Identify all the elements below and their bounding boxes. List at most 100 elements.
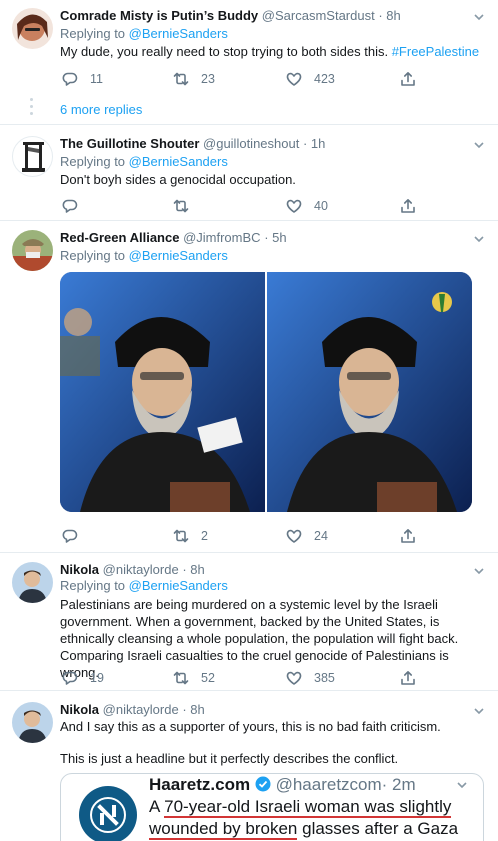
replying-to: Replying to @BernieSanders — [60, 154, 228, 169]
quoted-timestamp: · 2m — [381, 775, 416, 794]
quoted-name[interactable]: Haaretz.com — [149, 775, 250, 794]
action-bar: 2 24 — [60, 526, 480, 546]
like-button[interactable]: 24 — [286, 526, 328, 546]
retweet-button[interactable]: 2 — [173, 526, 208, 546]
avatar[interactable] — [12, 230, 53, 271]
hashtag-link[interactable]: #FreePalestine — [392, 44, 479, 59]
retweet-count: 52 — [201, 671, 215, 685]
tweet-text: My dude, you really need to stop trying … — [60, 44, 480, 59]
retweet-button[interactable]: 52 — [173, 668, 215, 688]
reply-icon — [62, 72, 78, 86]
timestamp[interactable]: · 8h — [182, 562, 204, 577]
retweet-icon — [173, 72, 189, 86]
avatar[interactable] — [12, 562, 53, 603]
mention-link[interactable]: @BernieSanders — [129, 26, 228, 41]
quoted-text: A 70-year-old Israeli woman was slightly… — [149, 797, 459, 840]
handle[interactable]: @niktaylorde — [103, 562, 179, 577]
like-icon — [286, 199, 302, 213]
retweet-button[interactable] — [173, 196, 189, 216]
display-name[interactable]: Comrade Misty is Putin’s Buddy — [60, 8, 258, 23]
handle[interactable]: @JimfromBC — [183, 230, 260, 245]
verified-icon — [255, 776, 271, 792]
photo-2[interactable] — [267, 272, 472, 512]
handle[interactable]: @niktaylorde — [103, 702, 179, 717]
display-name[interactable]: Red-Green Alliance — [60, 230, 179, 245]
retweet-icon — [173, 671, 189, 685]
action-bar: 19 52 385 — [60, 668, 480, 688]
caret-down-icon[interactable] — [472, 232, 486, 246]
replying-to: Replying to @BernieSanders — [60, 248, 228, 263]
show-more-replies-link[interactable]: 6 more replies — [60, 102, 142, 117]
like-button[interactable]: 40 — [286, 196, 328, 216]
tweet-4[interactable]: Nikola @niktaylorde · 8h Replying to @Be… — [0, 562, 498, 692]
reply-icon — [62, 671, 78, 685]
reply-button[interactable]: 11 — [62, 69, 103, 89]
share-button[interactable] — [400, 69, 416, 89]
reply-count: 19 — [90, 671, 104, 685]
timestamp[interactable]: · 5h — [264, 230, 286, 245]
divider — [0, 220, 498, 221]
share-button[interactable] — [400, 196, 416, 216]
handle[interactable]: @SarcasmStardust — [262, 8, 375, 23]
action-bar: 40 — [60, 196, 480, 216]
retweet-icon — [173, 529, 189, 543]
photo-1[interactable] — [60, 272, 265, 512]
like-icon — [286, 671, 302, 685]
share-icon — [401, 529, 415, 543]
quoted-header: Haaretz.com @haaretzcom· 2m — [149, 774, 416, 796]
avatar[interactable] — [12, 8, 53, 49]
reply-count: 11 — [90, 72, 103, 86]
reply-icon — [62, 199, 78, 213]
share-button[interactable] — [400, 668, 416, 688]
tweet-1[interactable]: Comrade Misty is Putin’s Buddy @SarcasmS… — [0, 8, 498, 108]
haaretz-logo-icon — [79, 786, 137, 841]
reply-button[interactable] — [62, 526, 78, 546]
tweet-header: Nikola @niktaylorde · 8h — [60, 702, 205, 718]
tweet-text-2: This is just a headline but it perfectly… — [60, 751, 399, 766]
retweet-count: 2 — [201, 529, 208, 543]
divider — [0, 690, 498, 691]
thread-dots — [30, 98, 34, 119]
caret-down-icon[interactable] — [472, 704, 486, 718]
share-icon — [401, 72, 415, 86]
quoted-tweet[interactable]: Haaretz.com @haaretzcom· 2m A 70-year-ol… — [60, 773, 484, 841]
replying-to: Replying to @BernieSanders — [60, 578, 228, 593]
share-button[interactable] — [400, 526, 416, 546]
caret-down-icon[interactable] — [472, 564, 486, 578]
quoted-handle[interactable]: @haaretzcom — [276, 775, 382, 794]
tweet-text: Don't boyh sides a genocidal occupation. — [60, 172, 296, 187]
like-button[interactable]: 423 — [286, 69, 335, 89]
share-icon — [401, 671, 415, 685]
replying-to: Replying to @BernieSanders — [60, 26, 228, 41]
mention-link[interactable]: @BernieSanders — [129, 578, 228, 593]
avatar[interactable] — [12, 702, 53, 743]
handle[interactable]: @guillotineshout — [203, 136, 299, 151]
caret-down-icon[interactable] — [472, 10, 486, 24]
tweet-text: And I say this as a supporter of yours, … — [60, 719, 441, 734]
reply-button[interactable] — [62, 196, 78, 216]
media-grid — [60, 272, 472, 512]
display-name[interactable]: Nikola — [60, 702, 99, 717]
timestamp[interactable]: · 1h — [303, 136, 325, 151]
timestamp[interactable]: · 8h — [378, 8, 400, 23]
like-button[interactable]: 385 — [286, 668, 335, 688]
timestamp[interactable]: · 8h — [182, 702, 204, 717]
caret-down-icon[interactable] — [455, 778, 469, 792]
like-count: 24 — [314, 529, 328, 543]
display-name[interactable]: The Guillotine Shouter — [60, 136, 199, 151]
share-icon — [401, 199, 415, 213]
like-count: 423 — [314, 72, 335, 86]
retweet-icon — [173, 199, 189, 213]
tweet-header: Red-Green Alliance @JimfromBC · 5h — [60, 230, 287, 246]
tweet-header: Nikola @niktaylorde · 8h — [60, 562, 205, 578]
avatar[interactable] — [12, 136, 53, 177]
retweet-button[interactable]: 23 — [173, 69, 215, 89]
display-name[interactable]: Nikola — [60, 562, 99, 577]
like-count: 385 — [314, 671, 335, 685]
caret-down-icon[interactable] — [472, 138, 486, 152]
mention-link[interactable]: @BernieSanders — [129, 248, 228, 263]
tweet-header: The Guillotine Shouter @guillotineshout … — [60, 136, 325, 152]
tweet-2[interactable]: The Guillotine Shouter @guillotineshout … — [0, 136, 498, 220]
mention-link[interactable]: @BernieSanders — [129, 154, 228, 169]
reply-button[interactable]: 19 — [62, 668, 104, 688]
